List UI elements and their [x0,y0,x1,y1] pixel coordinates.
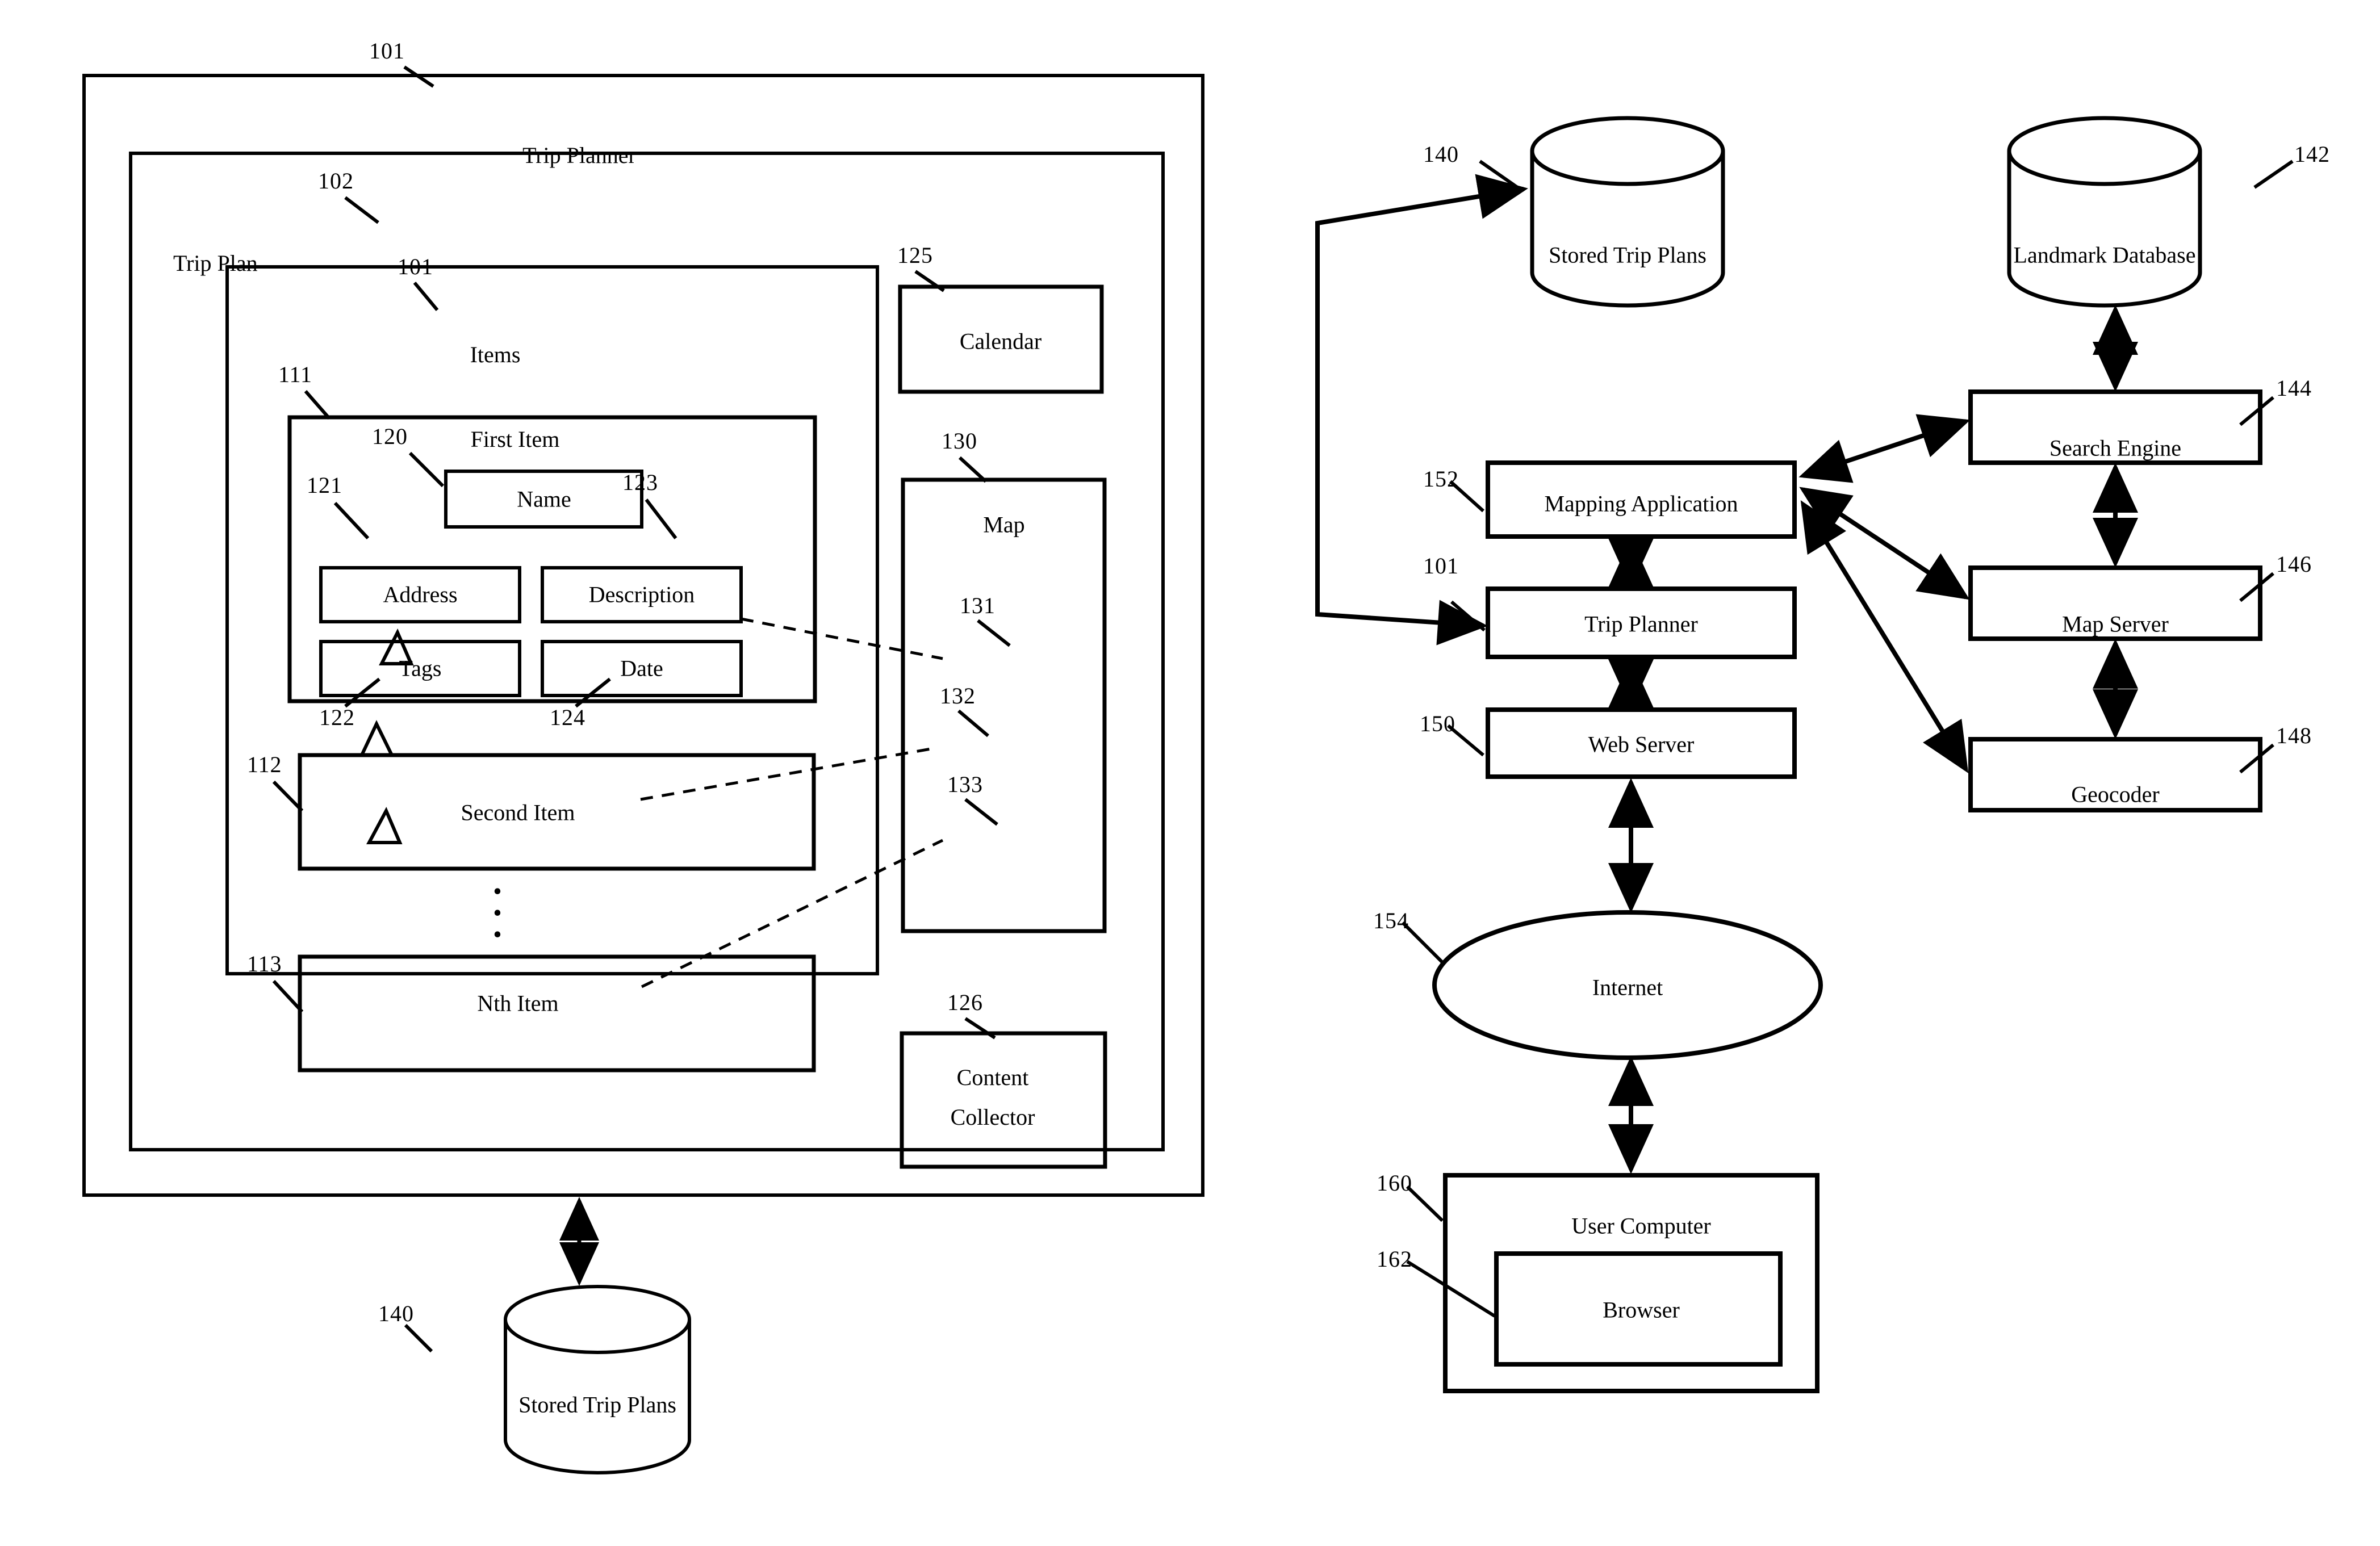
leader-123-description [645,498,677,539]
ref-123-description: 123 [622,470,658,495]
ref-154-internet: 154 [1373,908,1409,933]
leader-121-address [333,501,370,540]
ref-101-right-trip-planner: 101 [1423,553,1459,579]
ref-101-items: 101 [398,254,433,279]
left-vertical-ellipsis-dot-3: • [493,920,502,949]
left-items-title: Items [470,342,521,367]
right-stored-db-top [1530,116,1725,186]
leader-142-landmark [2253,160,2294,189]
leader-111-first-item [304,390,331,420]
left-tags-field-label: Tags [399,655,442,681]
leader-144-search [2239,396,2274,426]
leader-133-marker [964,798,998,826]
left-first-item-box [287,415,817,703]
right-landmark-database-label: Landmark Database [2013,242,2196,268]
right-browser-label: Browser [1603,1297,1680,1323]
left-map-box [901,477,1107,933]
left-trip-planner-title: Trip Planner [522,143,636,168]
diagram-vector-layer [82,65,2294,1474]
right-internet-label: Internet [1592,974,1663,1000]
left-content-collector-label-line2: Collector [950,1104,1035,1130]
ref-132-marker: 132 [940,683,976,709]
left-nth-item-label: Nth Item [477,990,559,1016]
right-landmark-db-top [2007,116,2202,186]
arrow-trip-planner-to-stored-db [1315,174,1528,646]
ref-101-outer: 101 [369,38,405,64]
left-date-field-label: Date [620,655,663,681]
leader-160-user-computer [1406,1185,1444,1222]
left-outer-trip-planner-box [82,74,1204,1197]
ref-140-right-db: 140 [1423,141,1459,167]
leader-140-right-db [1479,160,1519,189]
ref-152-mapping-application: 152 [1423,466,1459,492]
left-description-field-label: Description [588,581,695,607]
leader-101-items [413,282,439,311]
ref-142-landmark-db: 142 [2294,141,2330,167]
ref-102-trip-plan: 102 [318,168,354,194]
leader-120-name [408,451,445,488]
left-first-item-title: First Item [470,426,560,452]
ref-122-tags: 122 [319,705,355,730]
ref-130-map: 130 [942,428,977,454]
ref-120-name: 120 [372,424,408,449]
dashed-connector-nth-item [641,839,944,988]
left-content-collector-label-line1: Content [956,1065,1029,1090]
right-search-engine-label: Search Engine [2049,435,2182,461]
left-trip-plan-title: Trip Plan [173,250,258,276]
leader-102-trip-plan [344,196,379,224]
left-name-field-label: Name [517,486,571,512]
right-user-computer-label: User Computer [1571,1213,1711,1239]
ref-160-user-computer: 160 [1377,1170,1412,1196]
left-content-collector-box [900,1031,1107,1169]
ref-121-address: 121 [307,472,342,498]
right-map-server-label: Map Server [2062,611,2169,637]
right-trip-planner-label: Trip Planner [1584,611,1698,637]
ref-131-marker: 131 [960,593,995,618]
ref-146-map-server: 146 [2276,551,2312,577]
ref-125-calendar: 125 [897,242,933,268]
ref-111-first-item: 111 [278,362,313,387]
left-map-label: Map [983,512,1025,538]
left-address-field-label: Address [383,581,458,607]
dashed-connector-first-item [741,617,943,660]
ref-133-marker: 133 [947,772,983,797]
ref-124-date: 124 [550,705,585,730]
ref-148-geocoder: 148 [2276,723,2312,748]
right-geocoder-label: Geocoder [2071,781,2160,807]
ref-126-content-collector: 126 [947,990,983,1015]
ref-144-search-engine: 144 [2276,375,2312,401]
leader-140-left-db [404,1323,433,1353]
leader-148-geocoder [2239,743,2274,774]
leader-132-marker [957,709,989,738]
ref-140-left-db: 140 [378,1301,414,1326]
left-db-top-ellipse [504,1285,691,1354]
left-map-marker-133 [366,807,403,844]
left-stored-trip-plans-label: Stored Trip Plans [518,1392,676,1418]
ref-162-browser: 162 [1377,1246,1412,1272]
right-mapping-application-label: Mapping Application [1544,491,1738,517]
leader-146-map-server [2239,572,2274,602]
ref-150-web-server: 150 [1420,711,1455,736]
right-stored-trip-plans-label: Stored Trip Plans [1549,242,1706,268]
patent-figure-page: 101 Trip Planner 102 Trip Plan 101 Items… [0,0,2380,1546]
right-user-computer-box [1443,1173,1819,1393]
left-second-item-label: Second Item [461,799,575,826]
left-calendar-label: Calendar [959,328,1042,354]
ref-113-nth-item: 113 [247,951,282,977]
left-map-marker-132 [359,720,395,757]
leader-131-marker [977,619,1011,647]
leader-162-browser [1406,1260,1496,1318]
arrow-mapping-to-search-engine [1798,414,1971,483]
left-trip-plan-box [129,152,1165,1151]
right-web-server-label: Web Server [1588,731,1695,757]
ref-112-second-item: 112 [247,752,282,777]
